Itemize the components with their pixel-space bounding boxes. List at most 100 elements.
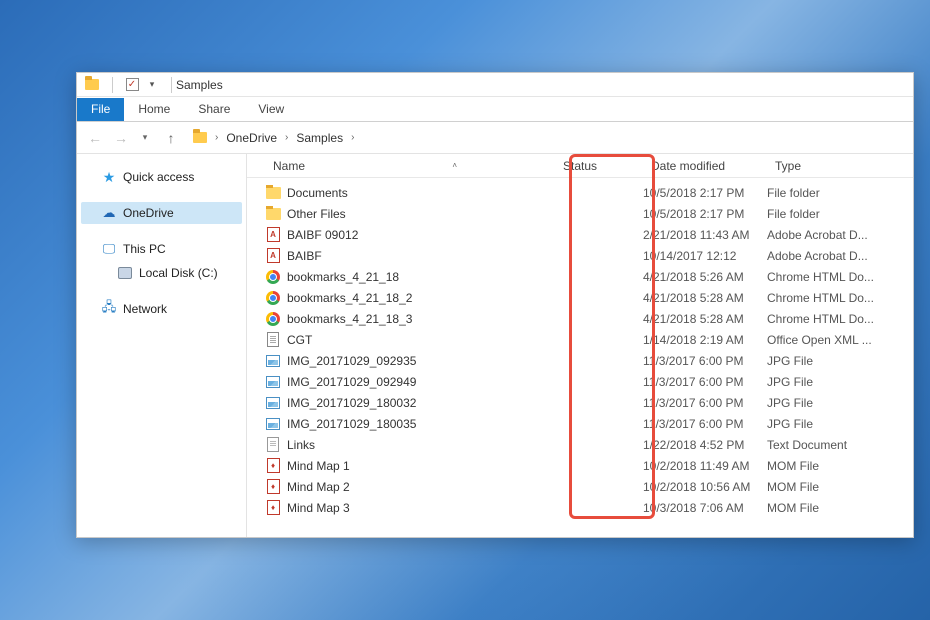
sidebar-item-label: Local Disk (C:) [139,266,218,280]
column-header-date-modified[interactable]: Date modified [643,159,767,173]
breadcrumb-part[interactable]: OneDrive [222,129,281,147]
file-row[interactable]: Other Files 10/5/2018 2:17 PMFile folder [265,203,913,224]
file-row[interactable]: Mind Map 310/3/2018 7:06 AMMOM File [265,497,913,518]
sidebar-item-label: OneDrive [123,206,174,220]
folder-icon[interactable] [83,76,101,94]
file-name: Documents [287,186,348,200]
file-row[interactable]: Mind Map 210/2/2018 10:56 AMMOM File [265,476,913,497]
image-icon [265,416,281,432]
column-header-label: Name [273,159,305,173]
chrome-icon [265,311,281,327]
up-button[interactable]: ↑ [161,128,181,148]
file-name: IMG_20171029_092935 [287,354,416,368]
file-row[interactable]: IMG_20171029_18003511/3/2017 6:00 PMJPG … [265,413,913,434]
file-name: bookmarks_4_21_18 [287,270,399,284]
window-title: Samples [176,78,223,92]
file-list[interactable]: Documents10/5/2018 2:17 PMFile folderOth… [247,178,913,537]
breadcrumb[interactable]: › OneDrive › Samples › [191,129,356,147]
tab-file[interactable]: File [77,98,124,121]
document-icon [265,332,281,348]
navigation-bar: ← → ▾ ↑ › OneDrive › Samples › [77,122,913,154]
file-row[interactable]: bookmarks_4_21_18_3 4/21/2018 5:28 AMChro… [265,308,913,329]
quick-access-toolbar: ✓ ▾ [83,76,161,94]
file-row[interactable]: BAIBF10/14/2017 12:12Adobe Acrobat D... [265,245,913,266]
file-name: CGT [287,333,312,347]
file-name: bookmarks_4_21_18_2 [287,291,412,305]
file-row[interactable]: bookmarks_4_21_18 4/21/2018 5:26 AMChrome… [265,266,913,287]
tab-view[interactable]: View [244,98,298,121]
qat-separator [103,76,121,94]
file-list-pane: Name ˄ Status Date modified Type Documen… [247,154,913,537]
file-date-modified: 11/3/2017 6:00 PM [643,375,767,389]
file-date-modified: 2/21/2018 11:43 AM [643,228,767,242]
mom-file-icon [265,500,281,516]
file-row[interactable]: IMG_20171029_180032 11/3/2017 6:00 PMJPG … [265,392,913,413]
column-header-name[interactable]: Name ˄ [265,159,555,173]
history-dropdown[interactable]: ▾ [135,128,155,148]
file-row[interactable]: bookmarks_4_21_18_2 4/21/2018 5:28 AMChro… [265,287,913,308]
file-type: File folder [767,186,913,200]
file-name: Other Files [287,207,346,221]
file-row[interactable]: BAIBF 09012 2/21/2018 11:43 AMAdobe Acrob… [265,224,913,245]
text-file-icon [265,437,281,453]
sidebar-item-network[interactable]: 🖧 Network [81,298,242,320]
file-type: JPG File [767,417,913,431]
sort-indicator-icon: ˄ [452,161,457,170]
file-type: File folder [767,207,913,221]
file-name: Mind Map 3 [287,501,350,515]
file-type: Office Open XML ... [767,333,913,347]
file-type: Chrome HTML Do... [767,270,913,284]
file-name: BAIBF 09012 [287,228,358,242]
file-date-modified: 10/3/2018 7:06 AM [643,501,767,515]
file-row[interactable]: CGT 1/14/2018 2:19 AMOffice Open XML ... [265,329,913,350]
tab-home[interactable]: Home [124,98,184,121]
ribbon-tabs: File Home Share View [77,97,913,122]
file-type: JPG File [767,354,913,368]
navigation-pane: ★ Quick access ☁ OneDrive 🖵 This PC Loca… [77,154,247,537]
file-row[interactable]: IMG_20171029_09294911/3/2017 6:00 PMJPG … [265,371,913,392]
file-date-modified: 11/3/2017 6:00 PM [643,354,767,368]
breadcrumb-part[interactable]: Samples [292,129,347,147]
file-name: bookmarks_4_21_18_3 [287,312,412,326]
file-name: IMG_20171029_180032 [287,396,416,410]
folder-icon [265,206,281,222]
mom-file-icon [265,479,281,495]
file-type: JPG File [767,396,913,410]
file-row[interactable]: Links1/22/2018 4:52 PMText Document [265,434,913,455]
cloud-icon: ☁ [101,205,117,221]
column-header-type[interactable]: Type [767,159,913,173]
file-type: Adobe Acrobat D... [767,249,913,263]
file-date-modified: 4/21/2018 5:28 AM [643,291,767,305]
file-date-modified: 11/3/2017 6:00 PM [643,396,767,410]
file-name: Links [287,438,315,452]
titlebar-divider [171,77,172,93]
image-icon [265,353,281,369]
file-type: Chrome HTML Do... [767,312,913,326]
image-icon [265,374,281,390]
file-date-modified: 10/2/2018 11:49 AM [643,459,767,473]
file-name: IMG_20171029_180035 [287,417,416,431]
sidebar-item-this-pc[interactable]: 🖵 This PC [81,238,242,260]
file-name: Mind Map 2 [287,480,350,494]
file-row[interactable]: Documents10/5/2018 2:17 PMFile folder [265,182,913,203]
file-date-modified: 4/21/2018 5:26 AM [643,270,767,284]
file-type: Chrome HTML Do... [767,291,913,305]
file-date-modified: 10/5/2018 2:17 PM [643,207,767,221]
qat-customize-chevron[interactable]: ▾ [143,76,161,94]
forward-button[interactable]: → [111,128,131,148]
file-explorer-window: ✓ ▾ Samples File Home Share View ← → ▾ ↑… [76,72,914,538]
file-row[interactable]: Mind Map 110/2/2018 11:49 AMMOM File [265,455,913,476]
file-date-modified: 1/14/2018 2:19 AM [643,333,767,347]
sidebar-item-quick-access[interactable]: ★ Quick access [81,166,242,188]
pdf-icon [265,248,281,264]
column-header-status[interactable]: Status [555,159,643,173]
back-button[interactable]: ← [85,128,105,148]
sidebar-item-onedrive[interactable]: ☁ OneDrive [81,202,242,224]
tab-share[interactable]: Share [184,98,244,121]
file-type: Adobe Acrobat D... [767,228,913,242]
sidebar-item-label: Quick access [123,170,194,184]
file-row[interactable]: IMG_20171029_092935 11/3/2017 6:00 PMJPG … [265,350,913,371]
file-date-modified: 4/21/2018 5:28 AM [643,312,767,326]
properties-checkbox-icon[interactable]: ✓ [123,76,141,94]
sidebar-item-local-disk[interactable]: Local Disk (C:) [81,262,242,284]
